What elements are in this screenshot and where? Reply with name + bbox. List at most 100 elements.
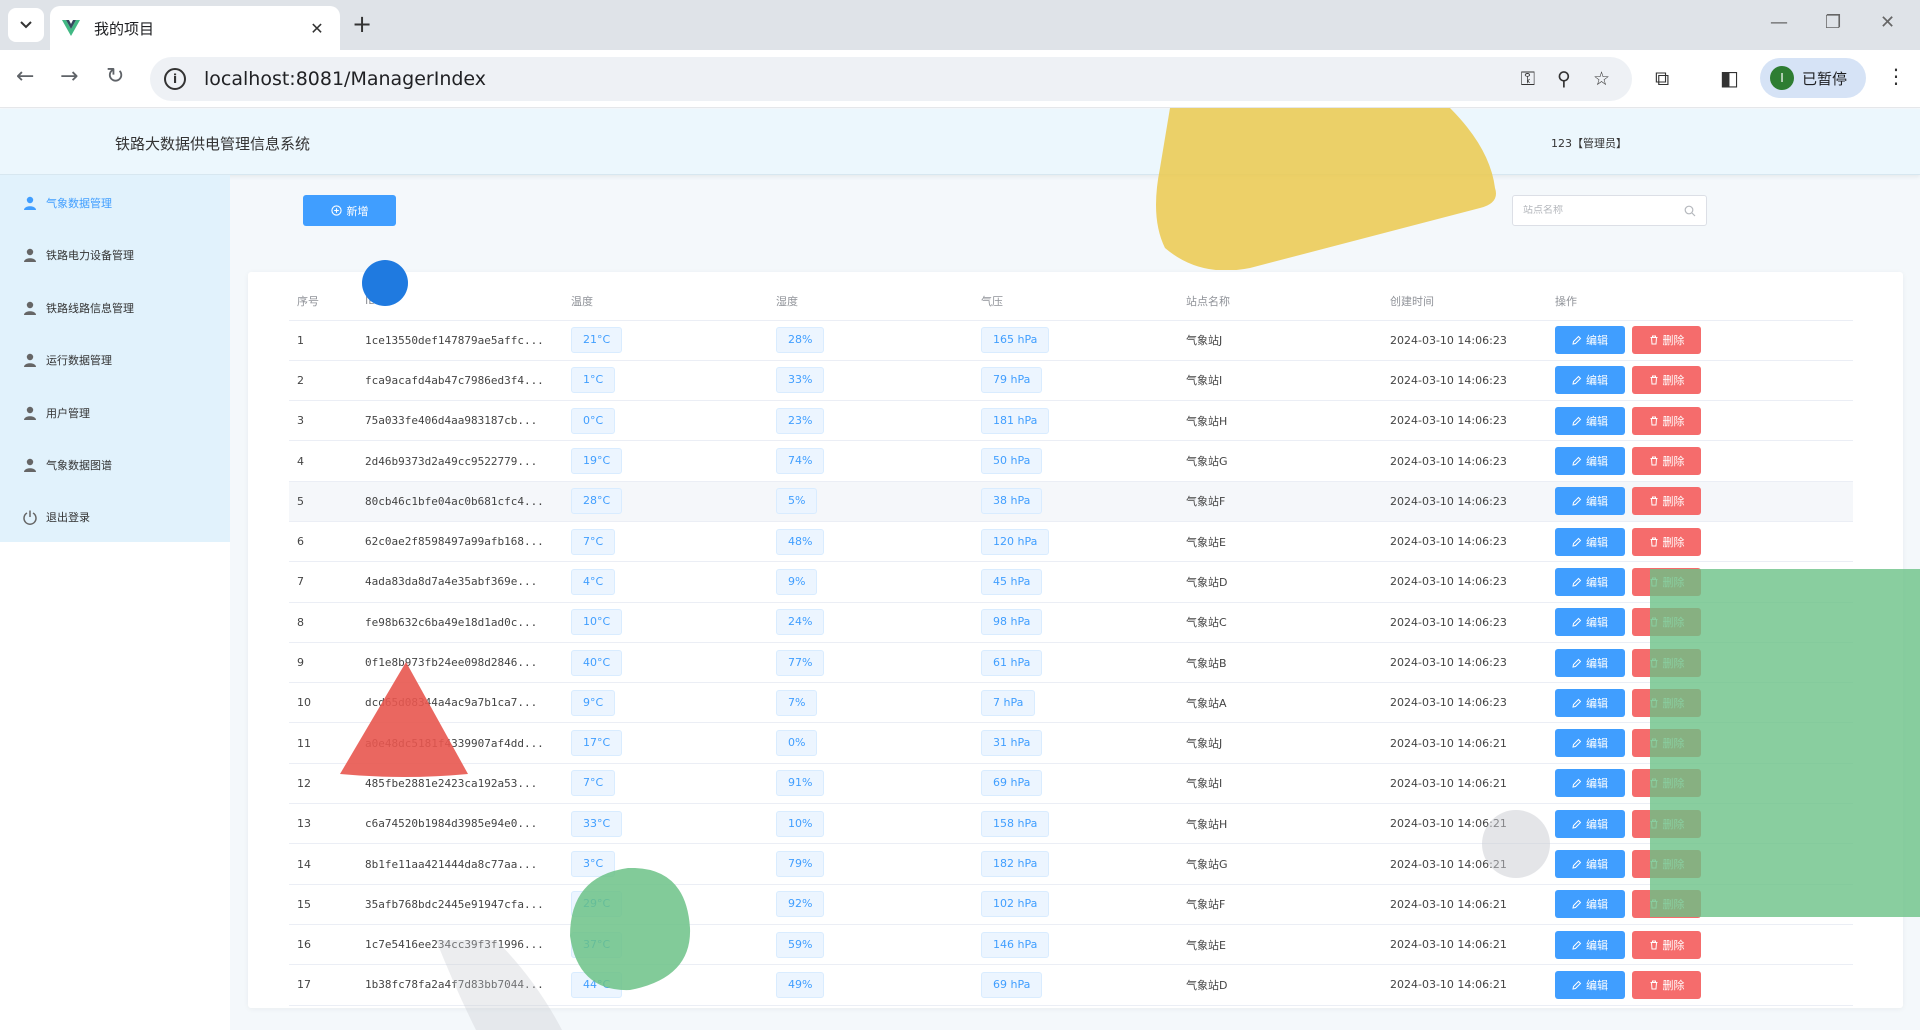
humidity-cell: 28%	[768, 320, 973, 361]
weather-data-table: 序号 ID 温度 湿度 气压 站点名称 创建时间 操作 1 1ce13550def…	[289, 282, 1853, 1006]
address-bar[interactable]: i localhost:8081/ManagerIndex ⚿ ⚲ ☆	[150, 57, 1632, 101]
table-row: 1 1ce13550def147879ae5affc... 21°C 28% 165 h…	[289, 320, 1853, 361]
humidity-tag: 7%	[776, 689, 818, 716]
col-header-station: 站点名称	[1178, 282, 1382, 321]
sidebar-item-power-equipment[interactable]: 铁路电力设备管理	[0, 235, 230, 275]
edit-button-label: 编辑	[1586, 938, 1608, 952]
zoom-icon[interactable]: ⚲	[1557, 68, 1571, 90]
delete-button[interactable]: 删除	[1632, 890, 1701, 919]
edit-button[interactable]: 编辑	[1555, 527, 1625, 556]
profile-button[interactable]: I 已暂停	[1760, 58, 1866, 98]
search-input[interactable]	[1523, 205, 1684, 216]
vue-logo-icon	[62, 20, 80, 36]
edit-button[interactable]: 编辑	[1555, 850, 1625, 878]
edit-button[interactable]: 编辑	[1555, 366, 1625, 395]
delete-button[interactable]: 删除	[1632, 850, 1701, 878]
delete-button[interactable]: 删除	[1632, 406, 1701, 435]
temperature-tag: 29°C	[571, 891, 623, 918]
edit-button[interactable]: 编辑	[1555, 729, 1625, 758]
restore-icon[interactable]: ❐	[1825, 12, 1841, 33]
sidebar-item-weather-data[interactable]: 气象数据管理	[0, 183, 230, 223]
delete-button[interactable]: 删除	[1632, 648, 1701, 677]
temperature-cell: 9°C	[563, 682, 768, 724]
delete-button[interactable]: 删除	[1632, 970, 1701, 999]
humidity-tag: 91%	[776, 770, 825, 797]
new-tab-button[interactable]: +	[352, 12, 372, 36]
back-icon[interactable]: ←	[16, 65, 34, 89]
delete-button[interactable]: 删除	[1632, 567, 1701, 596]
delete-button[interactable]: 删除	[1632, 688, 1701, 717]
station-name: 气象站G	[1178, 440, 1382, 482]
tab-close-icon[interactable]: ✕	[306, 19, 328, 38]
edit-button[interactable]: 编辑	[1555, 406, 1625, 435]
delete-button[interactable]: 删除	[1632, 326, 1701, 355]
sidebar-item-line-info[interactable]: 铁路线路信息管理	[0, 288, 230, 328]
edit-button[interactable]: 编辑	[1555, 447, 1625, 476]
station-name: 气象站G	[1178, 843, 1382, 885]
edit-button[interactable]: 编辑	[1555, 809, 1625, 838]
created-time: 2024-03-10 14:06:23	[1382, 481, 1547, 522]
actions-cell: 编辑 删除	[1547, 964, 1853, 1006]
edit-button[interactable]: 编辑	[1555, 326, 1625, 355]
current-user[interactable]: 123【管理员】	[1551, 135, 1627, 151]
edit-icon	[1572, 376, 1582, 386]
col-header-temperature: 温度	[563, 282, 768, 321]
sidebar-item-operation-data[interactable]: 运行数据管理	[0, 340, 230, 380]
tab-search-button[interactable]	[8, 8, 44, 42]
more-menu-icon[interactable]: ⋮	[1886, 64, 1906, 88]
temperature-cell: 19°C	[563, 440, 768, 482]
trash-icon	[1650, 859, 1657, 869]
edit-button[interactable]: 编辑	[1555, 890, 1625, 919]
edit-button[interactable]: 编辑	[1555, 608, 1625, 637]
edit-button[interactable]: 编辑	[1555, 567, 1625, 596]
key-icon[interactable]: ⚿	[1521, 68, 1535, 90]
sidebar-item-weather-chart[interactable]: 气象数据图谱	[0, 445, 230, 485]
forward-icon[interactable]: →	[60, 65, 78, 89]
delete-button[interactable]: 删除	[1632, 930, 1701, 959]
star-icon[interactable]: ☆	[1593, 68, 1610, 90]
delete-button[interactable]: 删除	[1632, 366, 1701, 395]
delete-button[interactable]: 删除	[1632, 447, 1701, 476]
site-info-icon[interactable]: i	[164, 68, 186, 90]
delete-button[interactable]: 删除	[1632, 487, 1701, 516]
edit-button[interactable]: 编辑	[1555, 930, 1625, 959]
humidity-tag: 10%	[776, 810, 825, 837]
actions-cell: 编辑 删除	[1547, 602, 1853, 643]
pressure-cell: 45 hPa	[973, 561, 1178, 603]
extensions-icon[interactable]: ⧉	[1655, 66, 1669, 90]
humidity-tag: 28%	[776, 327, 825, 354]
search-icon[interactable]	[1684, 205, 1696, 217]
delete-button-label: 删除	[1662, 575, 1685, 589]
browser-tab-active[interactable]: 我的项目 ✕	[50, 6, 340, 50]
table-row: 6 62c0ae2f8598497a99afb168... 7°C 48% 120 hP…	[289, 521, 1853, 563]
edit-icon	[1572, 980, 1582, 990]
sidebar-item-logout[interactable]: 退出登录	[0, 497, 230, 537]
row-id: a0e48dc5181f4339907af4dd...	[357, 722, 563, 764]
add-button[interactable]: 新增	[303, 195, 396, 226]
station-search-field[interactable]	[1512, 195, 1707, 226]
edit-button[interactable]: 编辑	[1555, 970, 1625, 999]
edit-button[interactable]: 编辑	[1555, 648, 1625, 677]
delete-button[interactable]: 删除	[1632, 527, 1701, 556]
edit-button-label: 编辑	[1586, 817, 1608, 831]
delete-button[interactable]: 删除	[1632, 809, 1701, 838]
close-window-icon[interactable]: ✕	[1880, 12, 1895, 33]
minimize-icon[interactable]: —	[1770, 12, 1788, 33]
temperature-tag: 1°C	[571, 367, 616, 394]
pressure-cell: 181 hPa	[973, 400, 1178, 442]
row-id: 485fbe2881e2423ca192a53...	[357, 763, 563, 805]
sidebar-item-users[interactable]: 用户管理	[0, 393, 230, 433]
reload-icon[interactable]: ↻	[106, 65, 124, 89]
delete-button-label: 删除	[1662, 737, 1685, 751]
delete-button[interactable]: 删除	[1632, 729, 1701, 758]
edit-button[interactable]: 编辑	[1555, 769, 1625, 798]
url-text[interactable]: localhost:8081/ManagerIndex	[204, 68, 1521, 90]
edit-button[interactable]: 编辑	[1555, 688, 1625, 717]
pressure-cell: 98 hPa	[973, 602, 1178, 643]
delete-button[interactable]: 删除	[1632, 608, 1701, 637]
side-panel-icon[interactable]: ◧	[1720, 66, 1739, 90]
edit-button[interactable]: 编辑	[1555, 487, 1625, 516]
delete-button[interactable]: 删除	[1632, 769, 1701, 798]
browser-toolbar: ← → ↻ i localhost:8081/ManagerIndex ⚿ ⚲ …	[0, 50, 1920, 108]
delete-button-label: 删除	[1662, 414, 1685, 428]
